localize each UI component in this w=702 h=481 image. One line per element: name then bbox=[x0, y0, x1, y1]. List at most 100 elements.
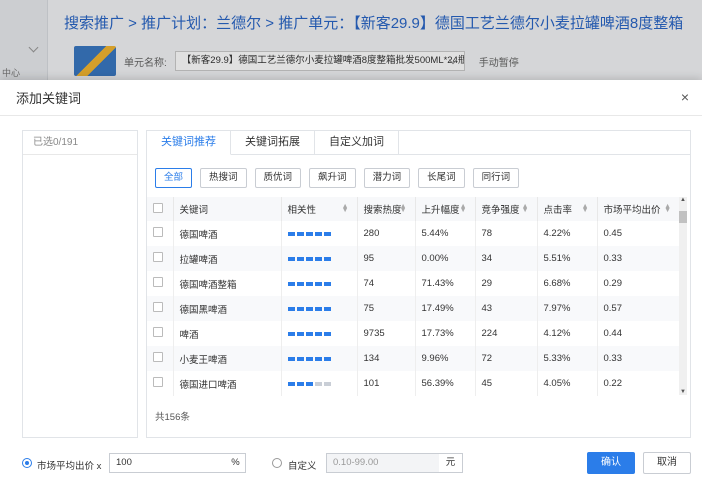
col-rise[interactable]: 上升幅度 ▲ ▼ bbox=[415, 197, 476, 221]
row-checkbox[interactable] bbox=[153, 277, 163, 287]
col-search-heat[interactable]: 搜索热度 ▲ ▼ bbox=[357, 197, 416, 221]
scroll-up-icon[interactable]: ▲ bbox=[680, 197, 686, 203]
market-price-radio[interactable] bbox=[22, 458, 32, 468]
cell-keyword: 德国啤酒整箱 bbox=[173, 271, 282, 296]
filter-potential[interactable]: 潜力词 bbox=[363, 168, 411, 188]
relevance-segment bbox=[314, 307, 322, 311]
col-competition[interactable]: 竞争强度 ▲ ▼ bbox=[475, 197, 538, 221]
close-icon[interactable]: × bbox=[676, 88, 694, 106]
relevance-segment bbox=[314, 257, 322, 261]
row-checkbox-cell[interactable] bbox=[147, 271, 174, 296]
cell-search-heat: 101 bbox=[357, 371, 416, 396]
cell-rise: 17.49% bbox=[415, 296, 476, 321]
keyword-table-body: 德国啤酒 280 5.44% 78 4.22% 0.45 拉罐啤酒 95 0.00% 34 5.51… bbox=[147, 221, 679, 396]
table-scrollbar[interactable]: ▲ ▼ bbox=[679, 197, 687, 395]
cell-market-price: 0.44 bbox=[603, 328, 623, 339]
cell-search-heat: 9735 bbox=[357, 321, 416, 346]
filter-long-tail[interactable]: 长尾词 bbox=[418, 168, 465, 188]
row-checkbox-cell[interactable] bbox=[147, 296, 174, 321]
scroll-down-icon[interactable]: ▼ bbox=[680, 389, 686, 395]
sort-icon[interactable]: ▲ ▼ bbox=[664, 203, 671, 214]
tab-custom-keywords[interactable]: 自定义加词 bbox=[315, 131, 399, 155]
relevance-segment bbox=[305, 307, 313, 311]
row-checkbox-cell[interactable] bbox=[147, 346, 174, 371]
cell-search-heat: 280 bbox=[357, 221, 416, 246]
table-row[interactable]: 德国进口啤酒 101 56.39% 45 4.05% 0.22 bbox=[147, 371, 679, 396]
row-checkbox-cell[interactable] bbox=[147, 246, 174, 271]
row-checkbox-cell[interactable] bbox=[147, 221, 174, 246]
row-checkbox[interactable] bbox=[153, 377, 163, 387]
cell-keyword: 德国黑啤酒 bbox=[173, 296, 282, 321]
cell-ctr: 6.68% bbox=[537, 271, 598, 296]
custom-price-radio[interactable] bbox=[272, 458, 282, 468]
cell-competition: 72 bbox=[475, 346, 538, 371]
row-checkbox-cell[interactable] bbox=[147, 321, 174, 346]
sort-icon[interactable]: ▲ ▼ bbox=[400, 203, 407, 214]
row-checkbox[interactable] bbox=[153, 252, 163, 262]
relevance-segment bbox=[287, 257, 295, 261]
cell-rise: 17.73% bbox=[415, 321, 476, 346]
selected-count: 已选0/191 bbox=[23, 131, 137, 155]
cell-competition: 45 bbox=[475, 371, 538, 396]
cell-market-price: 0.33 bbox=[603, 253, 623, 264]
table-row[interactable]: 德国啤酒 280 5.44% 78 4.22% 0.45 bbox=[147, 221, 679, 246]
table-row[interactable]: 啤酒 9735 17.73% 224 4.12% 0.44 bbox=[147, 321, 679, 346]
relevance-segment bbox=[287, 307, 295, 311]
relevance-segment bbox=[323, 382, 331, 386]
relevance-bar bbox=[287, 382, 331, 386]
row-checkbox[interactable] bbox=[153, 302, 163, 312]
cell-market-price: 0.29 bbox=[603, 278, 623, 289]
filter-rising[interactable]: 飙升词 bbox=[309, 168, 356, 188]
relevance-segment bbox=[314, 357, 322, 361]
confirm-button[interactable]: 确认 bbox=[587, 452, 635, 474]
col-relevance[interactable]: 相关性 ▲ ▼ bbox=[281, 197, 358, 221]
relevance-segment bbox=[314, 332, 322, 336]
cell-competition: 43 bbox=[475, 296, 538, 321]
row-checkbox[interactable] bbox=[153, 327, 163, 337]
table-row[interactable]: 小麦王啤酒 134 9.96% 72 5.33% 0.33 bbox=[147, 346, 679, 371]
cell-keyword: 德国进口啤酒 bbox=[173, 371, 282, 396]
filter-peer[interactable]: 同行词 bbox=[472, 168, 520, 188]
sort-icon[interactable]: ▲ ▼ bbox=[342, 203, 349, 214]
relevance-segment bbox=[305, 332, 313, 336]
filter-hot[interactable]: 热搜词 bbox=[200, 168, 247, 188]
cell-ctr: 4.12% bbox=[537, 321, 598, 346]
tab-keyword-recommend[interactable]: 关键词推荐 bbox=[147, 131, 231, 155]
keyword-table-wrap: 关键词 相关性 ▲ ▼ 搜索热度 ▲ ▼ 上升幅度 ▲ ▼ 竞争强度 ▲ ▼ 点击率 ▲ ▼ 市场平… bbox=[147, 197, 690, 447]
tab-keyword-expand[interactable]: 关键词拓展 bbox=[231, 131, 315, 155]
market-price-label: 市场平均出价 x bbox=[37, 461, 102, 472]
relevance-segment bbox=[296, 357, 304, 361]
scrollbar-thumb[interactable] bbox=[679, 211, 687, 223]
col-ctr-label: 点击率 bbox=[543, 205, 573, 216]
custom-price-input[interactable]: 0.10-99.00 bbox=[326, 453, 440, 473]
row-checkbox[interactable] bbox=[153, 352, 163, 362]
relevance-segment bbox=[296, 307, 304, 311]
row-checkbox-cell[interactable] bbox=[147, 371, 174, 396]
cell-search-heat: 75 bbox=[357, 296, 416, 321]
row-checkbox[interactable] bbox=[153, 227, 163, 237]
cell-relevance bbox=[281, 221, 358, 246]
yuan-suffix: 元 bbox=[439, 453, 463, 473]
total-count: 共156条 bbox=[155, 412, 190, 423]
market-price-multiplier-input[interactable]: 100 bbox=[109, 453, 227, 473]
cancel-button[interactable]: 取消 bbox=[643, 452, 691, 474]
cell-competition: 224 bbox=[475, 321, 538, 346]
sort-icon[interactable]: ▲ ▼ bbox=[460, 203, 467, 214]
col-market-price[interactable]: 市场平均出价 ▲ ▼ bbox=[597, 197, 679, 221]
custom-price-label: 自定义 bbox=[288, 461, 317, 472]
table-row[interactable]: 德国啤酒整箱 74 71.43% 29 6.68% 0.29 bbox=[147, 271, 679, 296]
filter-quality[interactable]: 质优词 bbox=[254, 168, 302, 188]
filter-all[interactable]: 全部 bbox=[155, 168, 193, 188]
cell-ctr: 7.97% bbox=[537, 296, 598, 321]
sort-icon[interactable]: ▲ ▼ bbox=[582, 203, 589, 214]
relevance-segment bbox=[287, 282, 295, 286]
table-row[interactable]: 拉罐啤酒 95 0.00% 34 5.51% 0.33 bbox=[147, 246, 679, 271]
relevance-segment bbox=[287, 332, 295, 336]
relevance-segment bbox=[287, 382, 295, 386]
table-row[interactable]: 德国黑啤酒 75 17.49% 43 7.97% 0.57 bbox=[147, 296, 679, 321]
select-all-cell[interactable] bbox=[147, 197, 174, 221]
col-ctr[interactable]: 点击率 ▲ ▼ bbox=[537, 197, 598, 221]
sort-icon[interactable]: ▲ ▼ bbox=[522, 203, 529, 214]
relevance-segment bbox=[305, 257, 313, 261]
select-all-checkbox[interactable] bbox=[153, 202, 163, 213]
